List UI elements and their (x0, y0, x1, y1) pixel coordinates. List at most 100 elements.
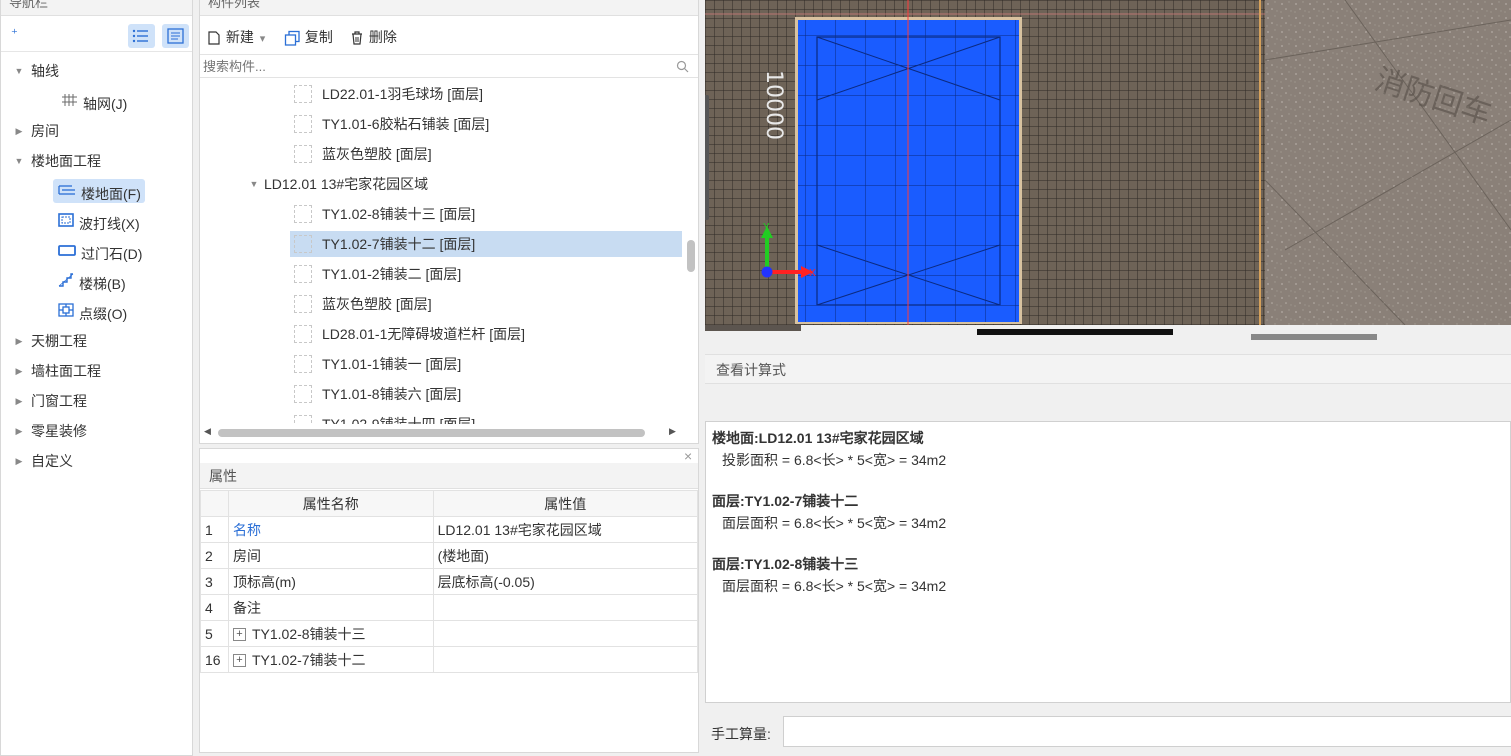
expand-right-icon[interactable]: ▶ (13, 416, 25, 446)
expand-right-icon[interactable]: ▶ (13, 446, 25, 476)
nav-item[interactable]: 轴网(J) (1, 86, 192, 116)
delete-button[interactable]: 删除 (349, 25, 397, 49)
viewport-canvas[interactable]: 消防回车 10000 Y X (705, 0, 1511, 340)
new-dropdown-icon[interactable]: ▾ (260, 33, 266, 45)
property-num: 2 (200, 542, 229, 569)
calc-formula: 投影面积 = 6.8<长> * 5<宽> = 34m2 (722, 452, 947, 468)
nav-item[interactable]: ▼ 轴线 (1, 56, 192, 86)
nav-item-box: 波打线(X) (53, 209, 144, 233)
expand-plus-icon[interactable]: + (232, 654, 246, 668)
component-item[interactable]: ▼ LD12.01 13#宅家花园区域 (200, 169, 684, 199)
detail-view-icon[interactable] (162, 24, 189, 48)
close-icon[interactable]: × (684, 449, 692, 464)
property-name[interactable]: 名称 (233, 522, 261, 538)
property-name: TY1.02-7铺装十二 (251, 651, 366, 668)
threshold-stone-icon (57, 238, 77, 268)
component-item[interactable]: TY1.02-7铺装十二 [面层] (200, 229, 684, 259)
delete-button-label: 删除 (368, 29, 397, 45)
new-button[interactable]: 新建 ▾ (206, 25, 265, 49)
expand-right-icon[interactable]: ▶ (13, 386, 25, 416)
nav-item[interactable]: ▶ 天棚工程 (1, 326, 192, 356)
property-value[interactable]: LD12.01 13#宅家花园区域 (432, 516, 698, 543)
expand-plus-icon[interactable]: + (232, 628, 246, 642)
nav-item[interactable]: 楼地面(F) (1, 176, 192, 206)
component-item[interactable]: TY1.01-8铺装六 [面层] (200, 379, 684, 409)
expand-right-icon[interactable]: ▶ (13, 326, 25, 356)
nav-item[interactable]: ▶ 零星装修 (1, 416, 192, 446)
copy-button-label: 复制 (304, 29, 333, 45)
drawing-viewport[interactable]: 消防回车 10000 Y X (705, 0, 1511, 340)
header-num-cell (200, 490, 229, 517)
scroll-right-icon[interactable]: ▶ (669, 426, 676, 437)
nav-toolbar: ⁺ (1, 20, 192, 52)
component-search-input[interactable] (200, 55, 670, 77)
nav-item[interactable]: ▶ 墙柱面工程 (1, 356, 192, 386)
component-horizontal-scrollbar[interactable]: ◀ ▶ (200, 425, 684, 441)
nav-item-box: 点缀(O) (53, 299, 131, 323)
component-item[interactable]: TY1.02-8铺装十三 [面层] (200, 199, 684, 229)
nav-item[interactable]: 楼梯(B) (1, 266, 192, 296)
nav-item-box: 过门石(D) (53, 239, 146, 263)
horizontal-scrollbar-thumb[interactable] (218, 429, 645, 437)
property-row[interactable]: 1 名称 LD12.01 13#宅家花园区域 (200, 516, 698, 543)
property-value[interactable]: 层底标高(-0.05) (432, 568, 698, 595)
manual-calc-input[interactable] (783, 716, 1511, 747)
property-name-cell: + TY1.02-8铺装十三 (227, 620, 434, 647)
vertical-scrollbar-thumb[interactable] (687, 240, 695, 272)
component-item[interactable]: LD28.01-1无障碍坡道栏杆 [面层] (200, 319, 684, 349)
new-file-icon (208, 31, 220, 45)
expand-down-icon[interactable]: ▼ (13, 56, 25, 86)
list-view-icon[interactable] (128, 24, 155, 48)
component-item-label: LD28.01-1无障碍坡道栏杆 [面层] (322, 326, 526, 342)
expand-right-icon[interactable]: ▶ (13, 356, 25, 386)
property-value[interactable] (432, 594, 698, 621)
property-num: 1 (200, 516, 229, 543)
nav-item-label: 楼地面工程 (31, 153, 101, 169)
scroll-left-icon[interactable]: ◀ (204, 426, 211, 437)
component-item[interactable]: 蓝灰色塑胶 [面层] (200, 139, 684, 169)
property-name: 房间 (232, 547, 261, 564)
nav-item-label: 门窗工程 (31, 393, 87, 409)
nav-item-label: 轴线 (31, 63, 59, 79)
component-item[interactable]: 蓝灰色塑胶 [面层] (200, 289, 684, 319)
property-row[interactable]: 3 顶标高(m) 层底标高(-0.05) (200, 568, 698, 595)
search-icon[interactable] (676, 60, 689, 73)
component-item-icon (294, 325, 312, 343)
expand-down-icon[interactable]: ▼ (13, 146, 25, 176)
expand-down-icon[interactable]: ▼ (248, 169, 260, 199)
nav-item-label: 过门石(D) (81, 246, 143, 262)
nav-item[interactable]: 过门石(D) (1, 236, 192, 266)
property-row[interactable]: 4 备注 (200, 594, 698, 621)
property-row[interactable]: 16 + TY1.02-7铺装十二 (200, 646, 698, 673)
property-name-cell: 顶标高(m) (227, 568, 434, 595)
component-item-icon (294, 205, 312, 223)
component-item-icon (294, 385, 312, 403)
component-item-icon (294, 235, 312, 253)
nav-item[interactable]: ▼ 楼地面工程 (1, 146, 192, 176)
nav-item[interactable]: ▶ 自定义 (1, 446, 192, 476)
nav-item-label: 零星装修 (31, 423, 87, 439)
copy-button[interactable]: 复制 (284, 25, 333, 49)
property-row[interactable]: 2 房间 (楼地面) (200, 542, 698, 569)
property-row[interactable]: 5 + TY1.02-8铺装十三 (200, 620, 698, 647)
nav-item-label: 楼梯(B) (79, 276, 126, 292)
component-item[interactable]: LD22.01-1羽毛球场 [面层] (200, 83, 684, 109)
nav-item[interactable]: ▶ 房间 (1, 116, 192, 146)
component-item[interactable]: TY1.01-1铺装一 [面层] (200, 349, 684, 379)
component-item[interactable]: TY1.01-2铺装二 [面层] (200, 259, 684, 289)
component-vertical-scrollbar[interactable] (684, 83, 698, 424)
sparkle-icon[interactable]: ⁺ (11, 26, 18, 42)
accent-icon (57, 298, 75, 328)
property-value[interactable]: (楼地面) (432, 542, 698, 569)
property-value[interactable] (432, 646, 698, 673)
component-item[interactable]: TY1.02-9铺装十四 [面层] (200, 409, 684, 424)
nav-item[interactable]: ▶ 门窗工程 (1, 386, 192, 416)
nav-item-box: 楼梯(B) (53, 269, 130, 293)
nav-item[interactable]: 波打线(X) (1, 206, 192, 236)
component-item[interactable]: TY1.01-6胶粘石铺装 [面层] (200, 109, 684, 139)
property-value[interactable] (432, 620, 698, 647)
viewport-side-handle[interactable] (705, 95, 709, 220)
nav-item[interactable]: 点缀(O) (1, 296, 192, 326)
expand-right-icon[interactable]: ▶ (13, 116, 25, 146)
nav-item-label: 墙柱面工程 (31, 363, 101, 379)
